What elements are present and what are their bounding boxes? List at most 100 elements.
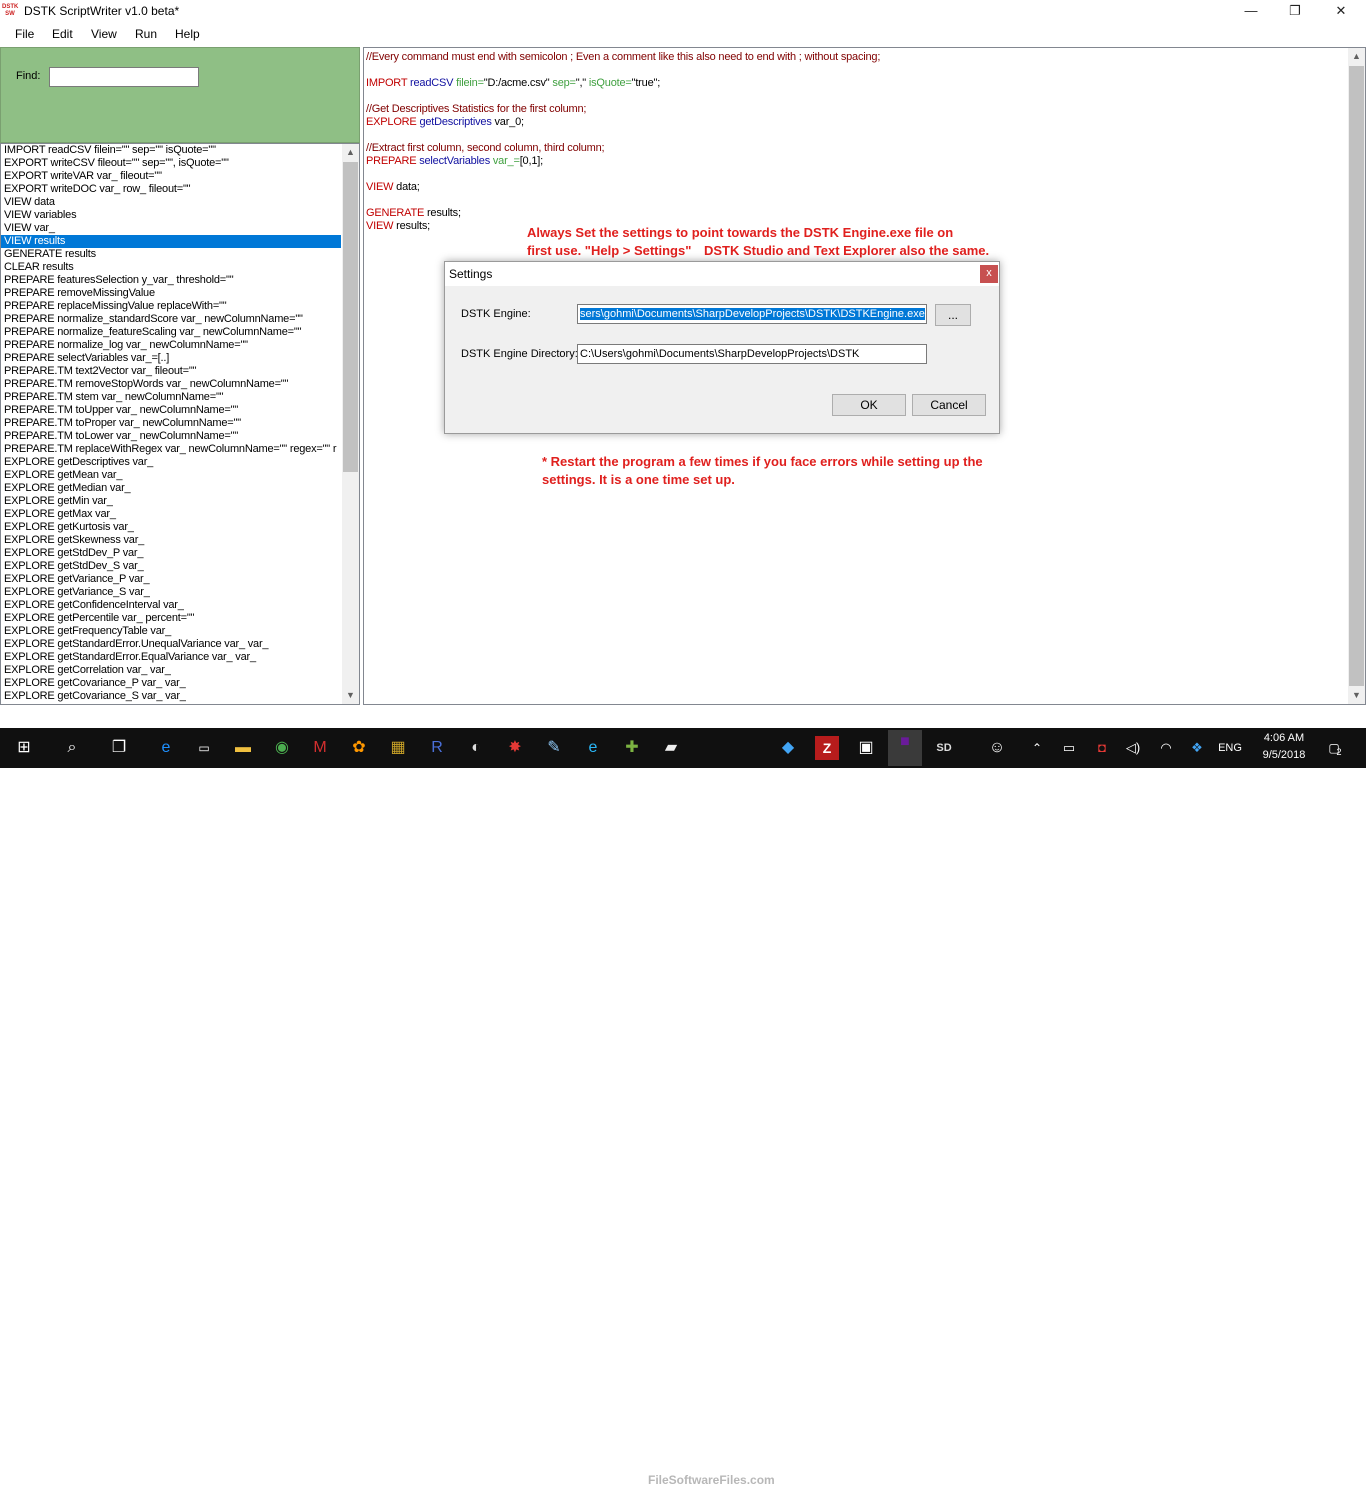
clock-time[interactable]: 4:06 AM	[1252, 732, 1316, 744]
dropbox-icon[interactable]: ❖	[1185, 736, 1209, 760]
command-list-item[interactable]: EXPLORE getStandardError.EqualVariance v…	[1, 651, 341, 664]
people-icon[interactable]: ☺	[985, 736, 1009, 760]
chevron-up-icon[interactable]: ⌃	[1025, 736, 1049, 760]
command-list-item[interactable]: VIEW var_	[1, 222, 341, 235]
ok-button[interactable]: OK	[832, 394, 906, 416]
browse-button[interactable]: ...	[935, 304, 971, 326]
command-list-item[interactable]: EXPLORE getPercentile var_ percent=""	[1, 612, 341, 625]
command-list-item[interactable]: PREPARE.TM toLower var_ newColumnName=""	[1, 430, 341, 443]
winrar-icon[interactable]: ▦	[386, 736, 410, 760]
command-list-item[interactable]: EXPLORE getDescriptives var_	[1, 456, 341, 469]
command-list-item[interactable]: EXPLORE getConfidenceInterval var_	[1, 599, 341, 612]
menu-help[interactable]: Help	[173, 27, 202, 41]
cancel-button[interactable]: Cancel	[912, 394, 986, 416]
command-list-item[interactable]: PREPARE.TM stem var_ newColumnName=""	[1, 391, 341, 404]
paint-icon[interactable]: ✎	[542, 736, 566, 760]
command-list-item[interactable]: EXPLORE getVariance_P var_	[1, 573, 341, 586]
search-icon[interactable]: ⌕	[60, 736, 84, 760]
command-list-item[interactable]: EXPORT writeVAR var_ fileout=""	[1, 170, 341, 183]
command-list-scrollbar[interactable]: ▲ ▼	[342, 144, 359, 704]
scroll-down-icon[interactable]: ▼	[1348, 687, 1365, 704]
menu-run[interactable]: Run	[133, 27, 159, 41]
menu-file[interactable]: File	[13, 27, 36, 41]
command-list-item[interactable]: EXPLORE getSkewness var_	[1, 534, 341, 547]
command-list-item[interactable]: PREPARE selectVariables var_=[..]	[1, 352, 341, 365]
command-list-item[interactable]: EXPLORE getStdDev_P var_	[1, 547, 341, 560]
command-list-item[interactable]: CLEAR results	[1, 261, 341, 274]
command-list-item[interactable]: PREPARE normalize_featureScaling var_ ne…	[1, 326, 341, 339]
command-list-item[interactable]: EXPORT writeDOC var_ row_ fileout=""	[1, 183, 341, 196]
command-list-item[interactable]: EXPLORE getCovariance_S var_ var_	[1, 690, 341, 703]
command-list-item[interactable]: EXPLORE getFrequencyTable var_	[1, 625, 341, 638]
command-list-item[interactable]: EXPLORE getMedian var_	[1, 482, 341, 495]
sharpdevelop-icon[interactable]: SD	[932, 736, 956, 760]
mcafee-icon[interactable]: M	[308, 736, 332, 760]
file-explorer-icon[interactable]: ▬	[231, 736, 255, 760]
dialog-close-button[interactable]: x	[980, 265, 998, 283]
command-list[interactable]: IMPORT readCSV filein="" sep="" isQuote=…	[0, 143, 360, 705]
engine-path-field[interactable]: sers\gohmi\Documents\SharpDevelopProject…	[577, 304, 927, 324]
r-icon[interactable]: R	[425, 736, 449, 760]
command-list-item[interactable]: GENERATE results	[1, 248, 341, 261]
edge-icon[interactable]: e	[154, 736, 178, 760]
menu-view[interactable]: View	[89, 27, 119, 41]
command-list-item[interactable]: PREPARE.TM text2Vector var_ fileout=""	[1, 365, 341, 378]
task-view-icon[interactable]: ❐	[107, 736, 131, 760]
command-list-item[interactable]: EXPLORE getMean var_	[1, 469, 341, 482]
scroll-thumb[interactable]	[1349, 66, 1364, 686]
command-list-item[interactable]: PREPARE.TM removeStopWords var_ newColum…	[1, 378, 341, 391]
ie-icon[interactable]: e	[581, 736, 605, 760]
windows-start-icon[interactable]: ⊞	[12, 736, 36, 760]
command-list-item[interactable]: PREPARE removeMissingValue	[1, 287, 341, 300]
command-list-item[interactable]: EXPLORE getCovariance_P var_ var_	[1, 677, 341, 690]
scroll-down-icon[interactable]: ▼	[342, 687, 359, 704]
command-list-item[interactable]: PREPARE replaceMissingValue replaceWith=…	[1, 300, 341, 313]
cmd-icon[interactable]: ▭	[192, 736, 216, 760]
command-list-item[interactable]: EXPORT writeCSV fileout="" sep="", isQuo…	[1, 157, 341, 170]
editor-scrollbar[interactable]: ▲ ▼	[1348, 48, 1365, 704]
app-orange-icon[interactable]: ✿	[347, 736, 371, 760]
find-input[interactable]	[49, 67, 199, 87]
command-list-item[interactable]: PREPARE featuresSelection y_var_ thresho…	[1, 274, 341, 287]
command-list-item[interactable]: EXPLORE getMin var_	[1, 495, 341, 508]
menu-edit[interactable]: Edit	[50, 27, 75, 41]
command-list-item[interactable]: PREPARE.TM toProper var_ newColumnName="…	[1, 417, 341, 430]
scroll-up-icon[interactable]: ▲	[1348, 48, 1365, 65]
app-circle-icon[interactable]: ◐	[464, 736, 488, 760]
command-list-item[interactable]: EXPLORE getCorrelation var_ var_	[1, 664, 341, 677]
language-indicator[interactable]: ENG	[1212, 742, 1248, 754]
app-blue-icon[interactable]: ◆	[776, 736, 800, 760]
app-green-icon[interactable]: ✚	[620, 736, 644, 760]
close-button[interactable]: ✕	[1318, 0, 1364, 23]
media-icon[interactable]: ▰	[659, 736, 683, 760]
scroll-up-icon[interactable]: ▲	[342, 144, 359, 161]
chrome-icon[interactable]: ◉	[270, 736, 294, 760]
wifi-icon[interactable]: ◠	[1154, 736, 1178, 760]
filezilla-icon[interactable]: Z	[815, 736, 839, 760]
command-list-item[interactable]: PREPARE.TM toUpper var_ newColumnName=""	[1, 404, 341, 417]
command-list-item[interactable]: PREPARE normalize_log var_ newColumnName…	[1, 339, 341, 352]
command-list-item[interactable]: EXPLORE getVariance_S var_	[1, 586, 341, 599]
command-list-item[interactable]: EXPLORE getMax var_	[1, 508, 341, 521]
command-list-item[interactable]: VIEW results	[1, 235, 341, 248]
battery-icon[interactable]: ▭	[1057, 736, 1081, 760]
clock-date[interactable]: 9/5/2018	[1252, 749, 1316, 761]
command-list-item[interactable]: VIEW data	[1, 196, 341, 209]
app-window-icon[interactable]: ▣	[854, 736, 878, 760]
command-list-item[interactable]: EXPLORE getStdDev_S var_	[1, 560, 341, 573]
command-list-item[interactable]: PREPARE.TM replaceWithRegex var_ newColu…	[1, 443, 341, 456]
engine-dir-field[interactable]: C:\Users\gohmi\Documents\SharpDevelopPro…	[577, 344, 927, 364]
volume-icon[interactable]: ◁)	[1121, 736, 1145, 760]
command-list-item[interactable]: VIEW variables	[1, 209, 341, 222]
command-list-item[interactable]: EXPLORE getKurtosis var_	[1, 521, 341, 534]
command-list-item[interactable]: EXPLORE getStandardError.UnequalVariance…	[1, 638, 341, 651]
shield-icon[interactable]: ◘	[1090, 736, 1114, 760]
dstk-studio-icon[interactable]: ■	[888, 730, 922, 766]
command-list-item[interactable]: PREPARE normalize_standardScore var_ new…	[1, 313, 341, 326]
code-keyword: PREPARE	[366, 155, 417, 167]
command-list-item[interactable]: IMPORT readCSV filein="" sep="" isQuote=…	[1, 144, 341, 157]
network-icon[interactable]: ✸	[503, 736, 527, 760]
minimize-button[interactable]: —	[1228, 0, 1274, 23]
maximize-button[interactable]: ❐	[1272, 0, 1318, 23]
scroll-thumb[interactable]	[343, 162, 358, 472]
